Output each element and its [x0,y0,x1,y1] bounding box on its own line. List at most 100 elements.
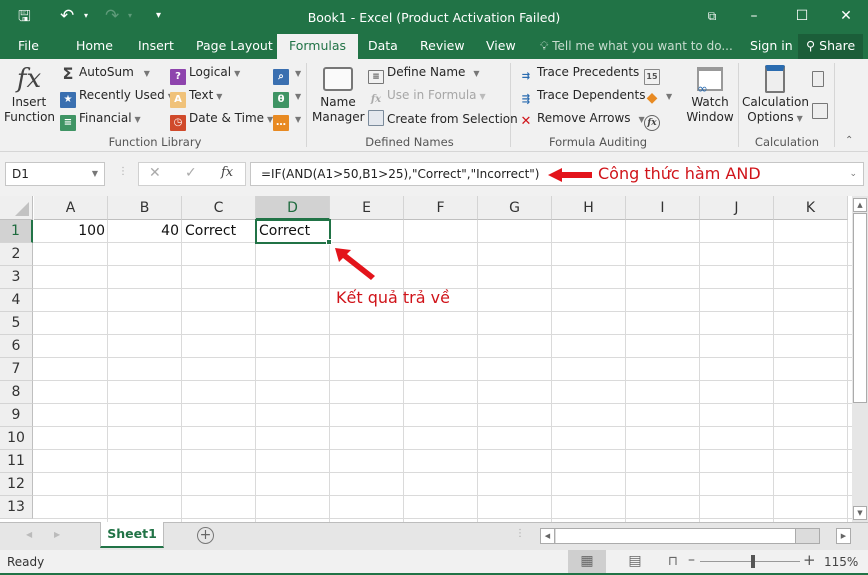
math-trig-button[interactable]: θ ▼ [273,87,301,108]
cell-D1[interactable]: Correct [257,220,329,243]
row-header-13[interactable]: 13 [0,496,33,519]
name-box[interactable]: D1 ▼ [5,162,105,186]
sign-in-link[interactable]: Sign in [740,34,803,59]
tab-data[interactable]: Data [358,34,408,59]
tab-review[interactable]: Review [410,34,475,59]
row-header-10[interactable]: 10 [0,427,33,450]
calculation-options-button[interactable]: Calculation Options ▼ [742,65,809,126]
insert-function-icon[interactable]: fx [221,165,233,180]
horizontal-scroll-thumb[interactable] [556,529,796,543]
tab-formulas[interactable]: Formulas [277,34,359,59]
next-sheet-icon[interactable]: ▶ [54,530,60,539]
tab-split-grip-icon[interactable]: ⋮ [515,528,525,539]
autosum-button[interactable]: Σ AutoSum ▼ [60,64,150,82]
column-header-J[interactable]: J [700,196,774,220]
row-header-3[interactable]: 3 [0,266,33,289]
insert-function-button[interactable]: fx Insert Function [4,63,55,125]
tab-view[interactable]: View [476,34,526,59]
define-name-button[interactable]: ≡ Define Name ▼ [368,64,480,84]
row-header-4[interactable]: 4 [0,289,33,312]
text-button[interactable]: A Text ▼ [170,87,222,108]
fill-handle[interactable] [326,239,332,245]
lookup-reference-button[interactable]: ⌕ ▼ [273,64,301,85]
select-all-button[interactable] [0,196,33,220]
tab-file[interactable]: File [8,34,49,59]
page-layout-view-icon[interactable]: ▤ [618,550,652,573]
ribbon-display-options-icon[interactable]: ⧉ [692,4,732,28]
calculate-now-button[interactable] [812,71,827,88]
column-header-H[interactable]: H [552,196,626,220]
date-time-button[interactable]: ◷ Date & Time ▼ [170,110,273,131]
show-formulas-button[interactable]: 15 [644,64,663,85]
row-header-6[interactable]: 6 [0,335,33,358]
row-header-8[interactable]: 8 [0,381,33,404]
trace-precedents-button[interactable]: ⇉ Trace Precedents [518,64,639,85]
scroll-left-icon[interactable]: ◀ [541,529,555,543]
close-button[interactable]: ✕ [826,4,866,28]
column-header-G[interactable]: G [478,196,552,220]
prev-sheet-icon[interactable]: ◀ [26,530,32,539]
column-header-C[interactable]: C [182,196,256,220]
evaluate-formula-button[interactable]: fx [644,110,663,131]
create-from-selection-button[interactable]: Create from Selection [368,110,518,127]
scroll-down-icon[interactable]: ▼ [853,506,867,520]
column-header-F[interactable]: F [404,196,478,220]
name-box-dropdown-icon[interactable]: ▼ [92,163,98,185]
row-header-9[interactable]: 9 [0,404,33,427]
group-label-formula-auditing: Formula Auditing [548,135,648,149]
horizontal-scrollbar[interactable]: ◀ [540,528,820,544]
logical-button[interactable]: ? Logical ▼ [170,64,240,85]
row-header-1[interactable]: 1 [0,220,33,243]
enter-icon[interactable]: ✓ [185,165,197,181]
gridline-row [33,472,852,473]
error-checking-button[interactable]: ◆ ▼ [644,87,673,106]
column-header-I[interactable]: I [626,196,700,220]
remove-arrows-button[interactable]: ✕ Remove Arrows ▼ [518,110,645,130]
cell-C1[interactable]: Correct [182,220,256,243]
row-header-5[interactable]: 5 [0,312,33,335]
zoom-slider-thumb[interactable] [750,555,755,568]
share-button[interactable]: ⚲ Share [798,34,864,59]
financial-button[interactable]: ≡ Financial ▼ [60,110,141,131]
cell-B1[interactable]: 40 [108,220,182,243]
worksheet-grid[interactable]: ABCDEFGHIJK 1 2 3 4 5 6 7 8 9 10 11 12 13 100 40 Cor… [0,196,852,522]
formula-bar-grip-icon[interactable]: ⋮ [118,166,128,177]
zoom-level[interactable]: 115% [824,555,858,569]
column-header-E[interactable]: E [330,196,404,220]
column-header-K[interactable]: K [774,196,848,220]
minimize-button[interactable]: – [734,4,774,28]
cancel-icon[interactable]: ✕ [149,165,161,181]
watch-window-button[interactable]: ∞ Watch Window [684,65,736,125]
column-header-B[interactable]: B [108,196,182,220]
zoom-out-button[interactable]: – [688,552,695,568]
trace-dependents-button[interactable]: ⇶ Trace Dependents [518,87,646,108]
expand-formula-bar-icon[interactable]: ⌄ [849,163,857,185]
new-sheet-icon[interactable]: + [197,527,214,544]
tab-page-layout[interactable]: Page Layout [186,34,283,59]
normal-view-icon[interactable]: ▦ [568,550,606,573]
sheet-tab-sheet1[interactable]: Sheet1 [100,522,164,548]
page-break-view-icon[interactable]: ⊓ [656,550,690,573]
scroll-right-icon[interactable]: ▶ [836,528,851,544]
column-header-A[interactable]: A [34,196,108,220]
zoom-in-button[interactable]: + [803,551,816,569]
row-header-2[interactable]: 2 [0,243,33,266]
row-header-7[interactable]: 7 [0,358,33,381]
collapse-ribbon-icon[interactable]: ⌃ [845,135,853,146]
gridline-row [33,495,852,496]
cell-A1[interactable]: 100 [34,220,108,243]
vertical-scrollbar[interactable]: ▲ ▼ [852,196,868,522]
column-header-D[interactable]: D [256,196,330,220]
name-manager-button[interactable]: Name Manager [312,65,365,125]
more-functions-button[interactable]: … ▼ [273,110,301,131]
vertical-scroll-thumb[interactable] [853,213,867,403]
recently-used-button[interactable]: ★Recently Used▼ [60,87,174,108]
maximize-button[interactable]: ☐ [782,4,822,28]
tab-home[interactable]: Home [66,34,123,59]
row-header-12[interactable]: 12 [0,473,33,496]
tell-me-search[interactable]: 💡︎ Tell me what you want to do... [540,34,733,59]
calculate-sheet-button[interactable] [812,103,831,120]
row-header-11[interactable]: 11 [0,450,33,473]
scroll-up-icon[interactable]: ▲ [853,198,867,212]
tab-insert[interactable]: Insert [128,34,184,59]
